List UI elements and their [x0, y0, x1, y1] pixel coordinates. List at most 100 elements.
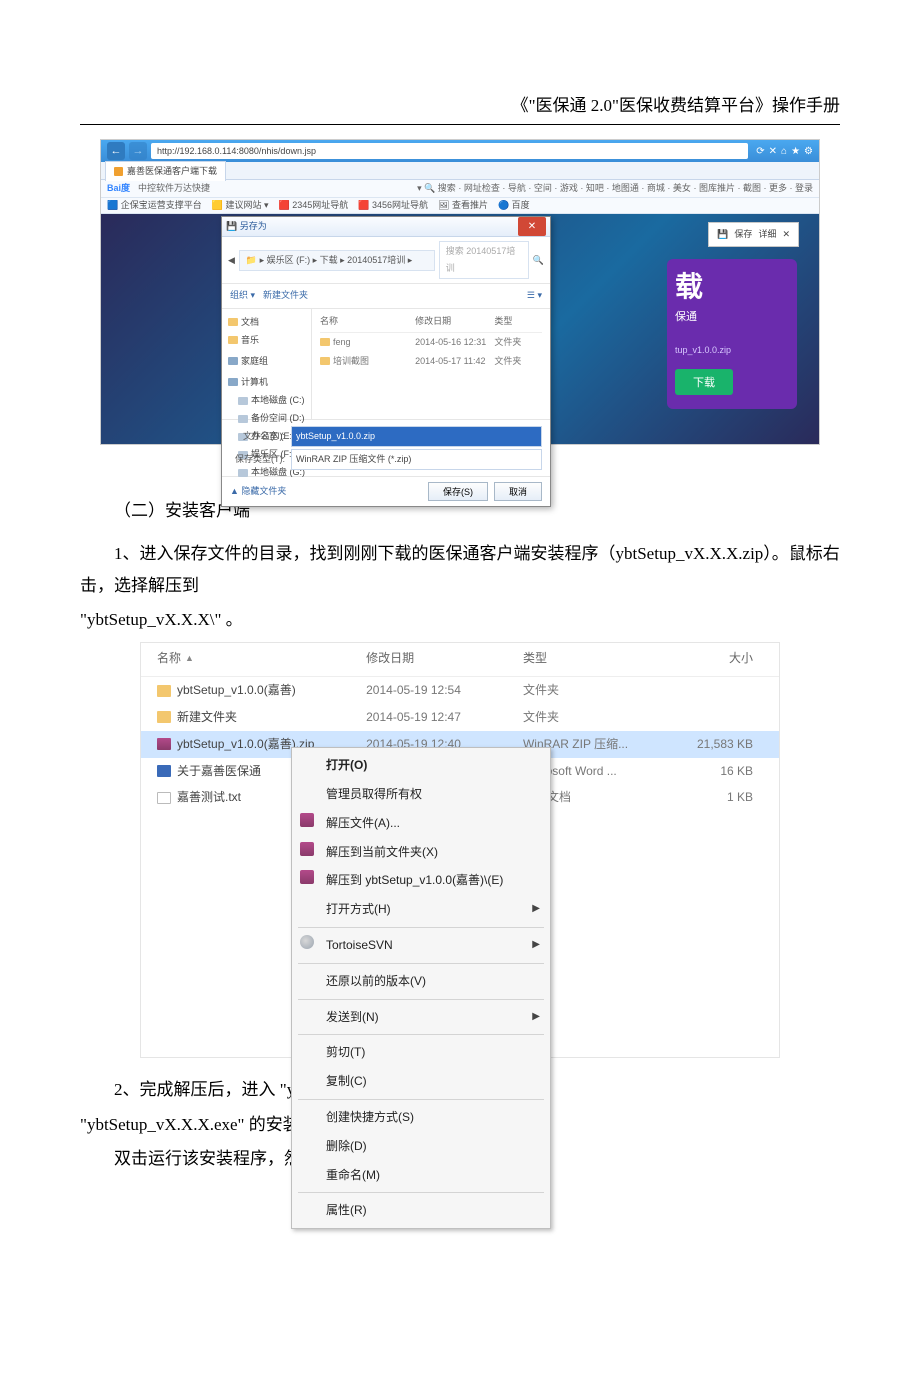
separator — [298, 1099, 544, 1100]
search-icon[interactable]: 🔍 — [533, 252, 544, 269]
folder-icon — [157, 711, 171, 723]
folder-icon — [320, 357, 330, 365]
folder-icon — [228, 336, 238, 344]
url-field[interactable]: http://192.168.0.114:8080/nhis/down.jsp — [151, 143, 748, 159]
stop-icon[interactable]: ✕ — [769, 142, 777, 161]
home-icon[interactable]: ⌂ — [781, 142, 787, 161]
nav-back-icon[interactable]: ◀ — [228, 252, 235, 269]
save-icon: 💾 — [717, 226, 728, 243]
menu-item[interactable]: 打开方式(H)▶ — [292, 895, 550, 924]
separator — [298, 1192, 544, 1193]
bookmark-item[interactable]: 🖼 查看推片 — [438, 197, 488, 214]
chevron-right-icon: ▶ — [532, 899, 540, 918]
menu-item[interactable]: 重命名(M) — [292, 1161, 550, 1190]
save-button[interactable]: 保存 — [734, 226, 752, 243]
table-row[interactable]: ybtSetup_v1.0.0(嘉善)2014-05-19 12:54文件夹 — [141, 677, 779, 704]
download-banner: 载 保通 tup_v1.0.0.zip 下载 — [667, 259, 797, 409]
col-type[interactable]: 类型 — [523, 647, 659, 670]
menu-item[interactable]: 复制(C) — [292, 1067, 550, 1096]
hide-folders-link[interactable]: ▲ 隐藏文件夹 — [230, 483, 286, 500]
col-date[interactable]: 修改日期 — [366, 647, 523, 670]
home-icon — [228, 357, 238, 365]
download-button[interactable]: 下载 — [675, 369, 733, 395]
chevron-right-icon: ▶ — [532, 935, 540, 954]
browser-tab[interactable]: 嘉善医保通客户端下载 — [105, 161, 226, 181]
favicon-icon — [114, 167, 123, 176]
doc-icon — [157, 765, 171, 777]
filename-label: 文件名(N): — [230, 428, 285, 445]
table-row[interactable]: 新建文件夹2014-05-19 12:47文件夹 — [141, 704, 779, 731]
forward-icon[interactable]: → — [129, 142, 147, 160]
menu-item[interactable]: 解压文件(A)... — [292, 809, 550, 838]
menu-item[interactable]: 创建快捷方式(S) — [292, 1103, 550, 1132]
menu-item[interactable]: 打开(O) — [292, 751, 550, 780]
close-button[interactable]: ✕ — [518, 217, 546, 236]
separator — [298, 999, 544, 1000]
screenshot-explorer-contextmenu: 名称 ▲ 修改日期 类型 大小 ybtSetup_v1.0.0(嘉善)2014-… — [140, 642, 780, 1058]
bookmark-item[interactable]: 🟥 2345网址导航 — [279, 197, 349, 214]
txt-icon — [157, 792, 171, 804]
save-button[interactable]: 保存(S) — [428, 482, 488, 501]
toolbar-hint: 中控软件万达快捷 — [138, 180, 210, 197]
context-menu: 打开(O)管理员取得所有权解压文件(A)...解压到当前文件夹(X)解压到 yb… — [291, 747, 551, 1229]
baidu-logo: Bai度 — [107, 180, 130, 197]
menu-item[interactable]: 管理员取得所有权 — [292, 780, 550, 809]
bookmark-item[interactable]: 🟥 3456网址导航 — [358, 197, 428, 214]
file-name: 新建文件夹 — [177, 706, 237, 729]
file-list[interactable]: 名称修改日期类型 feng2014-05-16 12:31文件夹 培训截图201… — [312, 309, 550, 419]
drive-icon — [238, 469, 248, 477]
search-input[interactable]: 搜索 20140517培训 — [439, 241, 529, 279]
body-text: "ybtSetup_vX.X.X\" 。 — [80, 604, 840, 636]
menu-item[interactable]: 删除(D) — [292, 1132, 550, 1161]
bookmark-item[interactable]: 🔵 百度 — [498, 197, 530, 214]
details-button[interactable]: 详细 — [758, 226, 776, 243]
drive-icon — [238, 415, 248, 423]
download-prompt: 💾 保存 详细 ✕ — [708, 222, 799, 247]
gear-icon[interactable]: ⚙ — [804, 142, 813, 161]
col-name[interactable]: 名称 ▲ — [157, 647, 366, 670]
file-area: ybtSetup_v1.0.0(嘉善)2014-05-19 12:54文件夹新建… — [141, 677, 779, 1057]
refresh-icon[interactable]: ⟳ — [756, 142, 764, 161]
computer-icon — [228, 378, 238, 386]
menu-item[interactable]: 解压到当前文件夹(X) — [292, 838, 550, 867]
close-icon[interactable]: ✕ — [782, 226, 790, 243]
bookmark-item[interactable]: 🟦 企保宝运营支撑平台 — [107, 197, 202, 214]
save-as-dialog: 💾 另存为 ✕ ◀ 📁 ▸ 娱乐区 (F:) ▸ 下载 ▸ 20140517培训… — [221, 216, 551, 506]
view-icon[interactable]: ☰ ▾ — [527, 287, 542, 304]
screenshot-browser-save-dialog: ← → http://192.168.0.114:8080/nhis/down.… — [100, 139, 820, 445]
menu-item[interactable]: 还原以前的版本(V) — [292, 967, 550, 996]
organize-menu[interactable]: 组织 ▾ — [230, 287, 255, 304]
svn-icon — [300, 935, 314, 949]
new-folder-button[interactable]: 新建文件夹 — [263, 287, 308, 304]
dialog-path: ◀ 📁 ▸ 娱乐区 (F:) ▸ 下载 ▸ 20140517培训 ▸ 搜索 20… — [222, 237, 550, 284]
folder-tree[interactable]: 文档 音乐 家庭组 计算机 本地磁盘 (C:) 备份空间 (D:) 办公室 (E… — [222, 309, 312, 419]
list-item[interactable]: feng2014-05-16 12:31文件夹 — [320, 333, 542, 352]
rar-icon — [300, 813, 314, 827]
page-body: 💾 保存 详细 ✕ 载 保通 tup_v1.0.0.zip 下载 💾 另存为 ✕… — [101, 214, 819, 444]
menu-item[interactable]: 属性(R) — [292, 1196, 550, 1225]
browser-controls: ⟳ ✕ ⌂ ★ ⚙ — [756, 142, 813, 161]
cancel-button[interactable]: 取消 — [494, 482, 542, 501]
rar-icon — [157, 738, 171, 750]
dialog-toolbar: 组织 ▾ 新建文件夹 ☰ ▾ — [222, 284, 550, 308]
menu-item[interactable]: TortoiseSVN▶ — [292, 931, 550, 960]
back-icon[interactable]: ← — [107, 142, 125, 160]
menu-item[interactable]: 发送到(N)▶ — [292, 1003, 550, 1032]
filename-input[interactable]: ybtSetup_v1.0.0.zip — [291, 426, 542, 447]
separator — [298, 927, 544, 928]
bookmark-item[interactable]: 🟨 建议网站 ▾ — [212, 197, 269, 214]
menu-item[interactable]: 解压到 ybtSetup_v1.0.0(嘉善)\(E) — [292, 866, 550, 895]
menu-item[interactable]: 剪切(T) — [292, 1038, 550, 1067]
banner-title: 载 — [675, 273, 789, 301]
browser-tabs: 嘉善医保通客户端下载 — [101, 162, 819, 180]
body-text: 1、进入保存文件的目录，找到刚刚下载的医保通客户端安装程序（ybtSetup_v… — [80, 538, 840, 603]
banner-subtitle: 保通 — [675, 307, 789, 328]
star-icon[interactable]: ★ — [791, 142, 800, 161]
page-header: 《"医保通 2.0"医保收费结算平台》操作手册 — [80, 90, 840, 125]
col-size[interactable]: 大小 — [659, 647, 763, 670]
list-item[interactable]: 培训截图2014-05-17 11:42文件夹 — [320, 352, 542, 371]
folder-icon — [228, 318, 238, 326]
breadcrumb[interactable]: 📁 ▸ 娱乐区 (F:) ▸ 下载 ▸ 20140517培训 ▸ — [239, 250, 435, 271]
column-headers: 名称 ▲ 修改日期 类型 大小 — [141, 643, 779, 677]
filetype-select[interactable]: WinRAR ZIP 压缩文件 (*.zip) — [291, 449, 542, 470]
